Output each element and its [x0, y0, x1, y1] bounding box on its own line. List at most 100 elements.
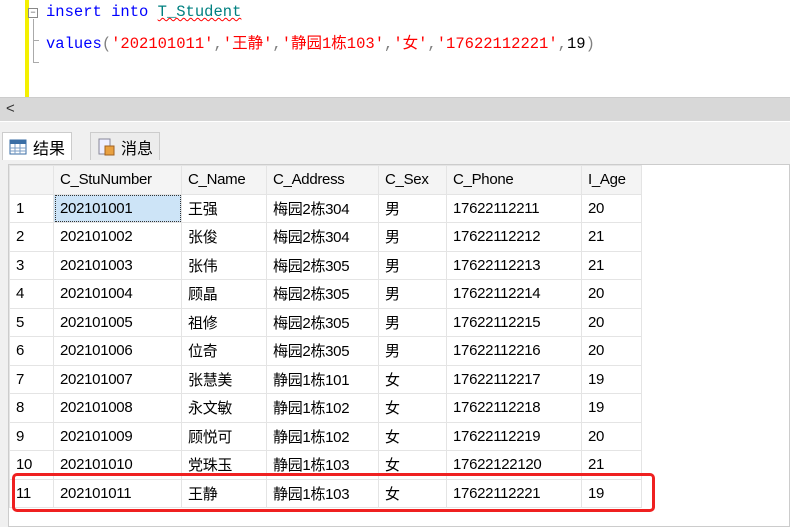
table-cell[interactable]: 男	[378, 279, 447, 309]
table-cell[interactable]: 梅园2栋305	[266, 307, 379, 337]
row-number[interactable]: 9	[9, 421, 54, 451]
table-cell[interactable]: 顾晶	[181, 279, 267, 309]
table-cell[interactable]: 17622112218	[446, 393, 582, 423]
table-row[interactable]: 1 202101001 王强 梅园2栋304 男 17622112211 20	[9, 193, 642, 223]
keyword: values	[46, 35, 102, 53]
table-cell[interactable]: 202101005	[53, 307, 182, 337]
row-number[interactable]: 3	[9, 250, 54, 280]
table-row[interactable]: 3 202101003 张伟 梅园2栋305 男 17622112213 21	[9, 250, 642, 280]
table-cell[interactable]: 17622112213	[446, 250, 582, 280]
table-cell[interactable]: 21	[581, 222, 642, 252]
table-cell[interactable]: 202101007	[53, 364, 182, 394]
row-number[interactable]: 7	[9, 364, 54, 394]
table-cell[interactable]: 男	[378, 307, 447, 337]
value: '17622112221'	[436, 35, 558, 53]
table-cell[interactable]: 梅园2栋304	[266, 222, 379, 252]
table-cell[interactable]: 202101001	[53, 193, 182, 223]
table-cell[interactable]: 17622112214	[446, 279, 582, 309]
table-cell[interactable]: 20	[581, 307, 642, 337]
keyword: into	[111, 3, 149, 21]
row-number[interactable]: 4	[9, 279, 54, 309]
table-cell[interactable]: 男	[378, 222, 447, 252]
table-cell[interactable]: 静园1栋102	[266, 421, 379, 451]
column-header[interactable]: I_Age	[581, 165, 642, 195]
table-cell[interactable]: 17622112211	[446, 193, 582, 223]
column-header[interactable]: C_Sex	[378, 165, 447, 195]
table-cell[interactable]: 男	[378, 250, 447, 280]
code-line-1: insert into T_Student	[46, 3, 241, 21]
column-header[interactable]: C_StuNumber	[53, 165, 182, 195]
table-cell[interactable]: 202101003	[53, 250, 182, 280]
table-row[interactable]: 4 202101004 顾晶 梅园2栋305 男 17622112214 20	[9, 279, 642, 309]
table-name: T_Student	[157, 3, 242, 21]
table-cell[interactable]: 19	[581, 364, 642, 394]
row-number[interactable]: 6	[9, 336, 54, 366]
comma: ,	[213, 35, 223, 53]
table-cell[interactable]: 女	[378, 421, 447, 451]
comma: ,	[384, 35, 394, 53]
table-cell[interactable]: 位奇	[181, 336, 267, 366]
table-cell[interactable]: 17622112216	[446, 336, 582, 366]
scroll-left-icon[interactable]: <	[6, 100, 15, 117]
table-cell[interactable]: 永文敏	[181, 393, 267, 423]
table-cell[interactable]: 梅园2栋305	[266, 250, 379, 280]
table-cell[interactable]: 王强	[181, 193, 267, 223]
table-cell[interactable]: 17622112219	[446, 421, 582, 451]
table-row[interactable]: 6 202101006 位奇 梅园2栋305 男 17622112216 20	[9, 336, 642, 366]
column-header[interactable]: C_Name	[181, 165, 267, 195]
column-header[interactable]: C_Phone	[446, 165, 582, 195]
highlight-box	[12, 473, 655, 512]
collapse-icon[interactable]: −	[28, 8, 38, 18]
table-cell[interactable]: 张慧美	[181, 364, 267, 394]
tab-messages[interactable]: 消息	[90, 132, 161, 160]
table-row[interactable]: 7 202101007 张慧美 静园1栋101 女 17622112217 19	[9, 364, 642, 394]
header-row: C_StuNumber C_Name C_Address C_Sex C_Phone I_…	[9, 165, 642, 195]
table-cell[interactable]: 男	[378, 336, 447, 366]
table-cell[interactable]: 女	[378, 364, 447, 394]
table-cell[interactable]: 梅园2栋305	[266, 279, 379, 309]
table-cell[interactable]: 202101004	[53, 279, 182, 309]
code-line-2: values('202101011','王静','静园1栋103','女','1…	[46, 31, 595, 53]
table-cell[interactable]: 梅园2栋304	[266, 193, 379, 223]
sql-editor[interactable]: − insert into T_Student values('20210101…	[0, 0, 790, 97]
table-cell[interactable]: 202101008	[53, 393, 182, 423]
table-cell[interactable]: 202101002	[53, 222, 182, 252]
column-header[interactable]: C_Address	[266, 165, 379, 195]
row-number[interactable]: 2	[9, 222, 54, 252]
table-cell[interactable]: 顾悦可	[181, 421, 267, 451]
table-cell[interactable]: 祖修	[181, 307, 267, 337]
table-cell[interactable]: 20	[581, 193, 642, 223]
table-cell[interactable]: 张俊	[181, 222, 267, 252]
table-cell[interactable]: 静园1栋102	[266, 393, 379, 423]
table-row[interactable]: 8 202101008 永文敏 静园1栋102 女 17622112218 19	[9, 393, 642, 423]
table-row[interactable]: 5 202101005 祖修 梅园2栋305 男 17622112215 20	[9, 307, 642, 337]
table-row[interactable]: 9 202101009 顾悦可 静园1栋102 女 17622112219 20	[9, 421, 642, 451]
row-number[interactable]: 8	[9, 393, 54, 423]
row-number[interactable]: 5	[9, 307, 54, 337]
value: '静园1栋103'	[281, 35, 384, 53]
column-header[interactable]	[9, 165, 54, 195]
table-cell[interactable]: 20	[581, 421, 642, 451]
horizontal-scrollbar[interactable]: <	[0, 97, 790, 121]
table-cell[interactable]: 202101009	[53, 421, 182, 451]
results-pane: 结果 消息 C_StuNumber C_Name C_Address C_Sex C_P…	[0, 122, 790, 527]
table-cell[interactable]: 19	[581, 393, 642, 423]
table-cell[interactable]: 女	[378, 393, 447, 423]
tab-label: 消息	[121, 140, 154, 158]
row-number[interactable]: 1	[9, 193, 54, 223]
table-cell[interactable]: 20	[581, 336, 642, 366]
table-cell[interactable]: 17622112215	[446, 307, 582, 337]
table-cell[interactable]: 静园1栋101	[266, 364, 379, 394]
fold-tick	[33, 62, 39, 63]
table-cell[interactable]: 17622112212	[446, 222, 582, 252]
table-cell[interactable]: 梅园2栋305	[266, 336, 379, 366]
table-cell[interactable]: 男	[378, 193, 447, 223]
table-cell[interactable]: 20	[581, 279, 642, 309]
table-cell[interactable]: 17622112217	[446, 364, 582, 394]
tab-results[interactable]: 结果	[2, 132, 73, 160]
table-cell[interactable]: 21	[581, 250, 642, 280]
table-cell[interactable]: 张伟	[181, 250, 267, 280]
paren: (	[101, 35, 112, 53]
table-cell[interactable]: 202101006	[53, 336, 182, 366]
table-row[interactable]: 2 202101002 张俊 梅园2栋304 男 17622112212 21	[9, 222, 642, 252]
